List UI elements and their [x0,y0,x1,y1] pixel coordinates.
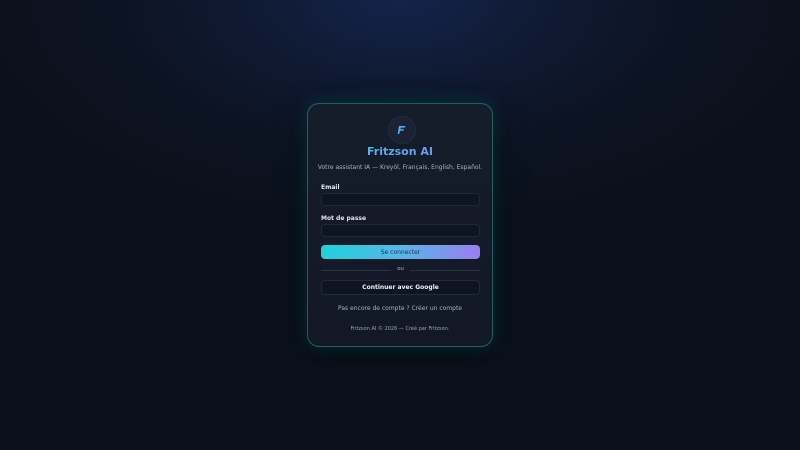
logo-badge [388,116,416,144]
app-subtitle: Votre assistant IA — Kreyòl, Français, E… [317,164,483,171]
or-divider: ou [321,265,480,275]
google-sign-in-button[interactable]: Continuer avec Google [321,280,480,295]
sign-in-button[interactable]: Se connecter [321,245,480,259]
login-card: Fritzson AI Votre assistant IA — Kreyòl,… [307,103,493,347]
signup-prompt: Pas encore de compte ? Créer un compte [308,305,492,312]
divider-label: ou [397,266,404,272]
fritzson-f-logo-icon [397,126,406,134]
password-label: Mot de passe [321,215,367,222]
email-label: Email [321,184,340,191]
password-field[interactable] [321,224,480,237]
footer-copyright: Fritzson AI © 2026 — Créé par Fritzson. [350,326,450,332]
app-title: Fritzson AI [308,145,492,158]
create-account-link[interactable]: Créer un compte [412,305,462,312]
divider-line-right [410,270,480,271]
email-field[interactable] [321,193,480,206]
signup-prompt-text: Pas encore de compte ? [337,305,410,312]
